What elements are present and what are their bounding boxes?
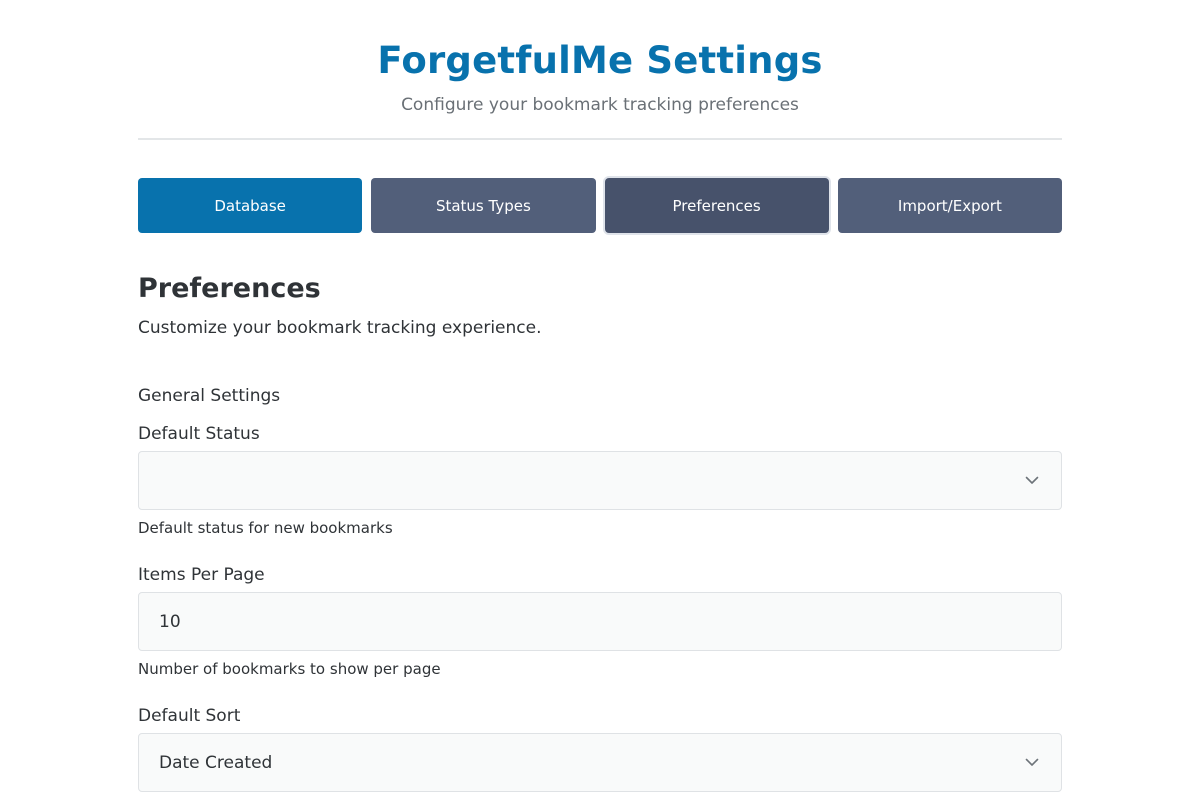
chevron-down-icon <box>1020 469 1044 493</box>
tab-import-export[interactable]: Import/Export <box>837 178 1062 233</box>
default-status-help: Default status for new bookmarks <box>138 519 393 537</box>
page-header: ForgetfulMe Settings Configure your book… <box>138 0 1062 140</box>
settings-tabs: Database Status Types Preferences Import… <box>138 178 1062 233</box>
group-title-general: General Settings <box>138 386 281 406</box>
items-per-page-label: Items Per Page <box>138 565 265 585</box>
default-sort-select[interactable]: Date Created <box>138 733 1062 792</box>
page-subtitle: Configure your bookmark tracking prefere… <box>401 95 799 115</box>
default-status-label: Default Status <box>138 424 260 444</box>
default-status-select[interactable] <box>138 451 1062 510</box>
items-per-page-input[interactable]: 10 <box>138 592 1062 651</box>
default-sort-value: Date Created <box>159 752 273 773</box>
section-description: Customize your bookmark tracking experie… <box>138 318 542 338</box>
settings-page: ForgetfulMe Settings Configure your book… <box>138 0 1062 792</box>
section-title: Preferences <box>138 273 321 304</box>
chevron-down-icon <box>1020 751 1044 775</box>
page-title: ForgetfulMe Settings <box>377 39 823 82</box>
tab-status-types[interactable]: Status Types <box>371 178 596 233</box>
tab-database[interactable]: Database <box>138 178 363 233</box>
tab-preferences[interactable]: Preferences <box>604 178 829 233</box>
default-sort-label: Default Sort <box>138 706 241 726</box>
items-per-page-value: 10 <box>159 611 181 632</box>
items-per-page-help: Number of bookmarks to show per page <box>138 660 441 678</box>
